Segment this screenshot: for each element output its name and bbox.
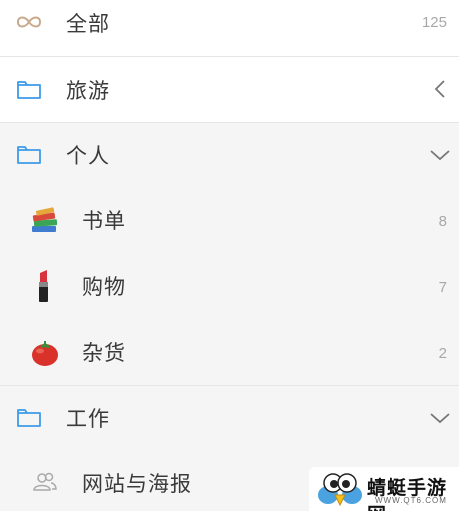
folder-icon [16,142,42,166]
sidebar-subitem-groceries[interactable]: 杂货 2 [0,319,459,385]
item-count: 125 [421,14,447,31]
item-count: 2 [438,345,447,362]
sidebar-item-personal[interactable]: 个人 [0,123,459,187]
chevron-left-icon[interactable] [432,78,448,100]
sidebar-subitem-shopping[interactable]: 购物 7 [0,253,459,319]
sidebar-item-travel[interactable]: 旅游 [0,57,459,122]
sidebar-item-label: 旅游 [66,79,110,103]
sidebar-item-label: 购物 [82,275,126,299]
sidebar-item-work[interactable]: 工作 [0,386,459,450]
folder-icon [16,77,42,101]
sidebar-item-label: 全部 [66,12,110,36]
infinity-icon [14,12,44,32]
sidebar-subitem-books[interactable]: 书单 8 [0,187,459,253]
sidebar-item-all[interactable]: 全部 125 [0,0,459,56]
chevron-down-icon[interactable] [428,410,452,426]
sidebar-item-label: 工作 [66,407,110,431]
folder-icon [16,405,42,429]
dragonfly-logo-icon [315,469,365,509]
books-emoji-icon [30,207,60,235]
sidebar-item-label: 杂货 [82,341,126,365]
tomato-emoji-icon [30,338,60,368]
watermark-url: WWW.QT6.COM [375,496,447,505]
chevron-down-icon[interactable] [428,147,452,163]
item-count: 8 [438,213,447,230]
lipstick-emoji-icon [32,268,54,306]
item-count: 7 [438,279,447,296]
watermark-name: 蜻蜓手游网 [367,477,448,511]
sidebar-item-label: 网站与海报 [82,472,192,496]
people-icon [32,471,58,493]
sidebar-item-label: 书单 [82,209,126,233]
sidebar-item-label: 个人 [66,144,110,168]
watermark: 蜻蜓手游网 WWW.QT6.COM [309,467,459,511]
